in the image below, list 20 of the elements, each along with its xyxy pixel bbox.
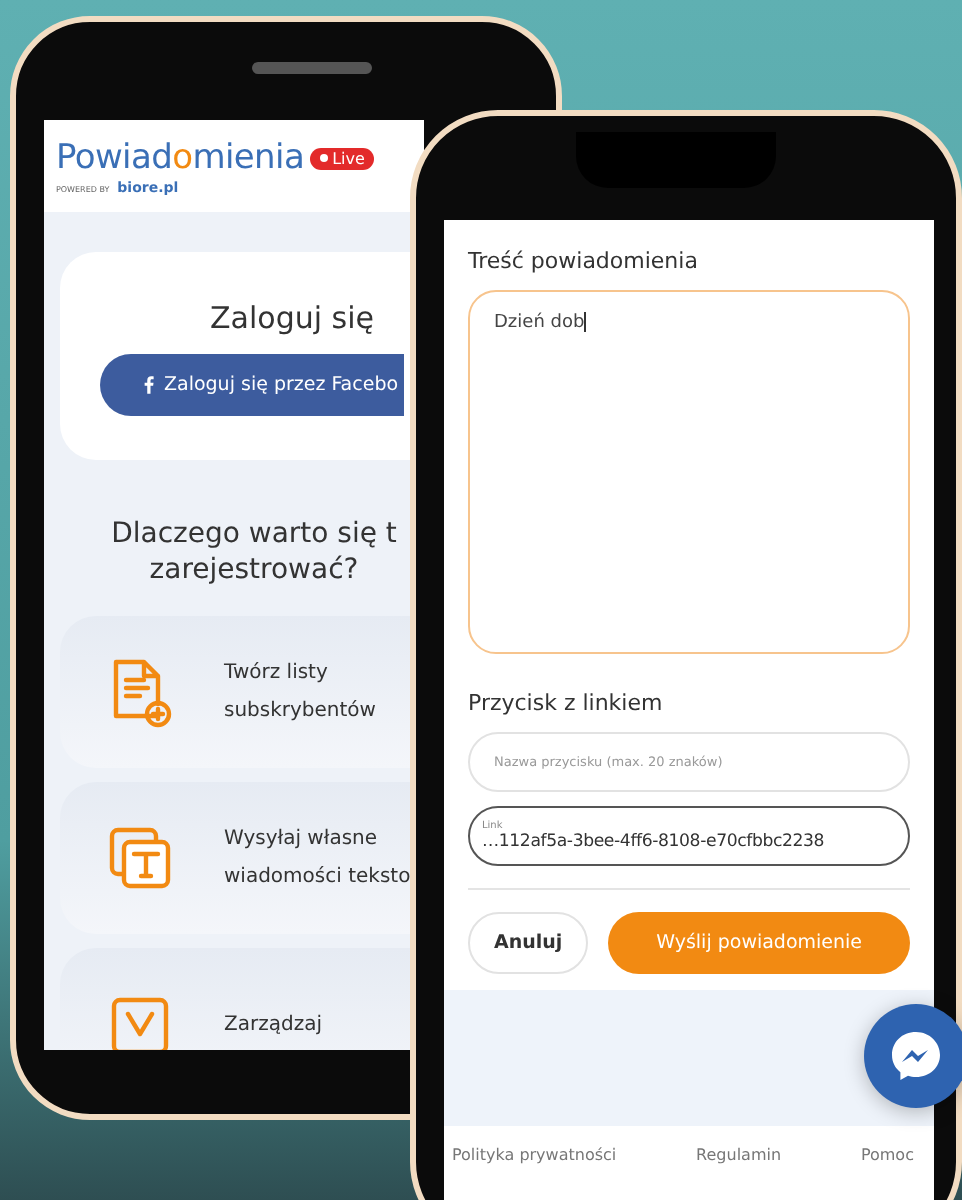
footer-link[interactable]: Pomoc — [860, 1146, 914, 1164]
message-label: Treść powiadomienia — [468, 248, 700, 274]
feature-text: Twórz listy subskrybentów — [224, 660, 376, 726]
logo-title: Powiadomienia — [56, 138, 305, 178]
speaker-grille — [252, 62, 372, 74]
facebook-login-button[interactable]: Zaloguj się przez Facebo — [100, 354, 404, 416]
cancel-button[interactable]: Anuluj — [468, 912, 589, 974]
facebook-icon — [144, 376, 154, 394]
text-pages-icon — [104, 822, 176, 894]
why-heading-line: Dlaczego warto się t — [109, 516, 399, 552]
login-title: Zaloguj się — [208, 300, 376, 336]
chat-bubble-icon — [886, 1026, 946, 1086]
why-heading-line: zarejestrować? — [147, 552, 361, 588]
footer-link[interactable]: Polityka prywatności — [452, 1146, 617, 1164]
message-field[interactable]: Dzień dob — [468, 290, 910, 654]
link-section-label: Przycisk z linkiem — [468, 690, 665, 716]
feature-text: Zarządzaj — [224, 1011, 322, 1039]
feature-text: Wysyłaj własne wiadomości teksto — [224, 826, 411, 892]
live-badge: Live — [310, 147, 375, 169]
footer-link[interactable]: Regulamin — [696, 1146, 782, 1164]
